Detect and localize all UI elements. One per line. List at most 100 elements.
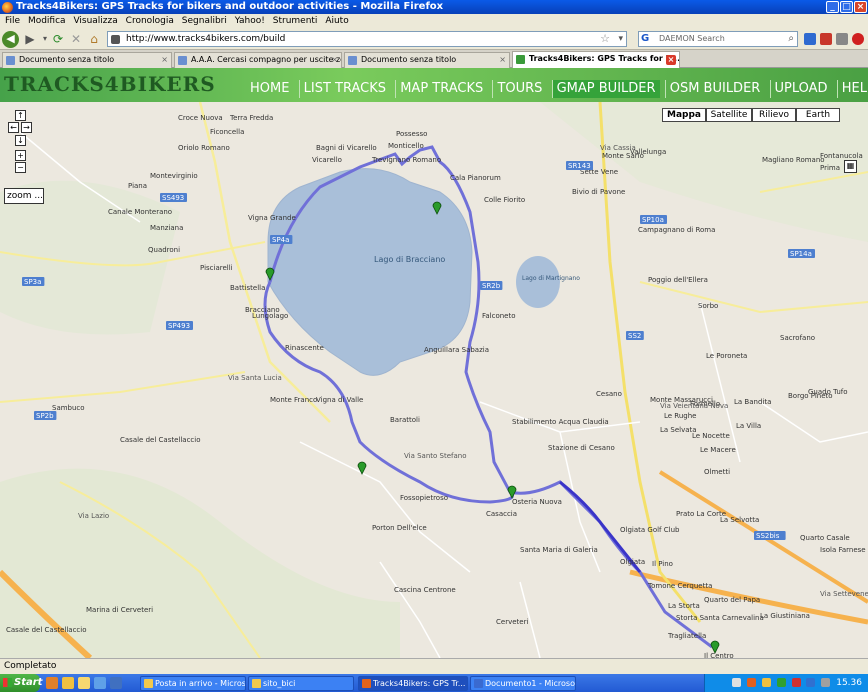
task-sito-bici[interactable]: sito_bici: [248, 676, 354, 691]
quicklaunch-icon[interactable]: [62, 677, 74, 689]
tray-icon[interactable]: [806, 678, 816, 687]
place-label: Olgiata Golf Club: [620, 526, 680, 534]
tray-icon[interactable]: [776, 678, 786, 687]
adblock-icon[interactable]: [852, 33, 864, 45]
quicklaunch-icon[interactable]: [46, 677, 58, 689]
reload-icon[interactable]: ⟳: [50, 31, 66, 47]
menu-visualizza[interactable]: Visualizza: [73, 14, 117, 28]
nav-upload[interactable]: UPLOAD: [769, 80, 832, 98]
task-documento1[interactable]: Documento1 - Microsoft ...: [470, 676, 576, 691]
maximize-button[interactable]: □: [840, 1, 853, 13]
map-canvas[interactable]: Croce Nuova Terra Fredda Ficoncella Oriolo …: [0, 102, 868, 658]
tab-close-icon[interactable]: ×: [331, 53, 338, 67]
place-label: Campagnano di Roma: [638, 226, 715, 234]
menu-modifica[interactable]: Modifica: [28, 14, 66, 28]
tab-close-icon[interactable]: ×: [161, 53, 168, 67]
map-type-rilievo[interactable]: Rilievo: [752, 108, 796, 122]
search-placeholder: DAEMON Search: [659, 34, 725, 43]
place-label: Porton Dell'elce: [372, 524, 427, 532]
place-label: La Selvotta: [720, 516, 759, 524]
nav-osm-builder[interactable]: OSM BUILDER: [664, 80, 765, 98]
nav-map-tracks[interactable]: MAP TRACKS: [395, 80, 487, 98]
place-label: Quadroni: [148, 246, 180, 254]
menu-segnalibri[interactable]: Segnalibri: [182, 14, 227, 28]
place-label: Sambuco: [52, 404, 85, 412]
tray-icon[interactable]: [732, 678, 742, 687]
tray-icon[interactable]: [791, 678, 801, 687]
place-label: Stazione di Cesano: [548, 444, 615, 452]
minimize-button[interactable]: _: [826, 1, 839, 13]
page-icon: [348, 56, 357, 65]
url-dropdown-icon[interactable]: ▾: [618, 32, 623, 46]
page-icon: [6, 56, 15, 65]
pan-down-icon[interactable]: ↓: [15, 135, 26, 146]
map-svg[interactable]: Croce Nuova Terra Fredda Ficoncella Oriolo …: [0, 102, 868, 658]
place-label: Ficoncella: [210, 128, 244, 136]
place-label: Casale del Castellaccio: [120, 436, 201, 444]
place-label: Piana: [128, 182, 147, 190]
tab-close-icon[interactable]: ×: [499, 53, 506, 67]
tab-tracks4bikers[interactable]: Tracks4Bikers: GPS Tracks for bi... ×: [512, 51, 680, 68]
nav-tours[interactable]: TOURS: [492, 80, 546, 98]
menu-strumenti[interactable]: Strumenti: [273, 14, 318, 28]
word-icon: [474, 679, 483, 688]
place-label: La Storta: [668, 602, 700, 610]
map-type-satellite[interactable]: Satellite: [706, 108, 752, 122]
place-label: Quarto del Papa: [704, 596, 760, 604]
nav-gmap-builder[interactable]: GMAP BUILDER: [551, 80, 660, 98]
pan-up-icon[interactable]: ↑: [15, 110, 26, 121]
place-label: Oriolo Romano: [178, 144, 230, 152]
pan-left-icon[interactable]: ←: [8, 122, 19, 133]
quicklaunch-icon[interactable]: [110, 677, 122, 689]
place-label: Cala Pianorum: [450, 174, 501, 182]
close-button[interactable]: ×: [854, 1, 867, 13]
tray-icon[interactable]: [761, 678, 771, 687]
place-label: Fontanucola: [820, 152, 863, 160]
nav-home[interactable]: HOME: [246, 80, 293, 98]
forward-button[interactable]: ▶: [22, 31, 38, 47]
menu-yahoo[interactable]: Yahoo!: [235, 14, 265, 28]
menu-file[interactable]: File: [5, 14, 20, 28]
pan-right-icon[interactable]: →: [21, 122, 32, 133]
toolbar-addon-icon[interactable]: [820, 33, 832, 45]
tab-documento-senza-titolo-2[interactable]: Documento senza titolo ×: [344, 52, 510, 68]
bookmark-star-icon[interactable]: ☆: [600, 32, 610, 46]
nav-list-tracks[interactable]: LIST TRACKS: [298, 80, 390, 98]
tab-close-icon[interactable]: ×: [666, 55, 676, 65]
zoom-input[interactable]: zoom ...: [4, 188, 44, 204]
home-icon[interactable]: ⌂: [86, 31, 102, 47]
start-button[interactable]: Start: [0, 674, 42, 692]
nav-help[interactable]: HELP: [836, 80, 868, 98]
quicklaunch-icon[interactable]: [78, 677, 90, 689]
map-type-earth[interactable]: Earth: [796, 108, 840, 122]
place-label: Casaccia: [486, 510, 517, 518]
task-label: Posta in arrivo - Microsof...: [155, 679, 246, 688]
toolbar-addon-icon[interactable]: [804, 33, 816, 45]
map-type-mappa[interactable]: Mappa: [662, 108, 706, 122]
clock[interactable]: 15.36: [836, 678, 862, 688]
task-label: sito_bici: [263, 679, 296, 688]
menu-cronologia[interactable]: Cronologia: [126, 14, 174, 28]
tab-documento-senza-titolo[interactable]: Documento senza titolo ×: [2, 52, 172, 68]
tray-icon[interactable]: [821, 678, 831, 687]
back-button[interactable]: ◀: [2, 31, 19, 48]
tray-icon[interactable]: [746, 678, 756, 687]
menu-aiuto[interactable]: Aiuto: [325, 14, 348, 28]
site-logo[interactable]: TRACKS4BIKERS: [4, 72, 216, 96]
quicklaunch-icon[interactable]: [94, 677, 106, 689]
stop-icon[interactable]: ✕: [68, 31, 84, 47]
task-posta[interactable]: Posta in arrivo - Microsof...: [140, 676, 246, 691]
search-engine-icon[interactable]: G: [641, 32, 649, 46]
overview-toggle-icon[interactable]: ▦: [844, 160, 857, 173]
url-input[interactable]: http://www.tracks4bikers.com/build ☆ ▾: [107, 31, 627, 47]
search-magnifier-icon[interactable]: ⌕: [788, 32, 794, 46]
place-label: Le Rughe: [664, 412, 696, 420]
zoom-out-icon[interactable]: −: [15, 162, 26, 173]
search-input[interactable]: G DAEMON Search ⌕: [638, 31, 798, 47]
road-label: SS2: [628, 332, 641, 340]
tab-cercasi-compagno[interactable]: A.A.A. Cercasi compagno per uscite zo...…: [174, 52, 342, 68]
place-label: Monticello: [388, 142, 424, 150]
zoom-in-icon[interactable]: +: [15, 150, 26, 161]
toolbar-addon-icon[interactable]: [836, 33, 848, 45]
task-tracks4bikers[interactable]: Tracks4Bikers: GPS Tr...: [358, 676, 468, 691]
